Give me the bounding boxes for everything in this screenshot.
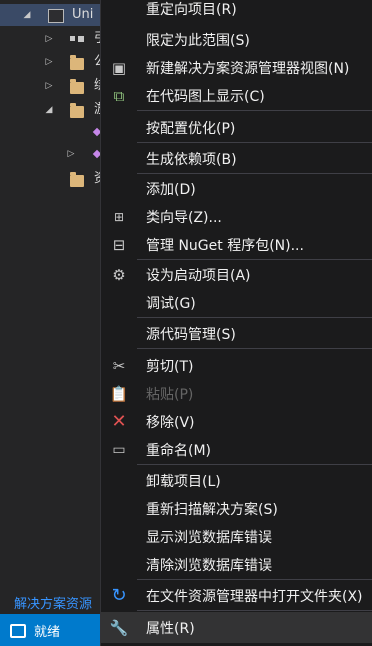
tree-row[interactable]: ▷ 绑: [0, 75, 107, 97]
menu-item-paste: 📋 粘贴(P): [101, 378, 372, 409]
menu-item-label: 设为启动项目(A): [146, 268, 251, 284]
menu-item-startup[interactable]: ⚙ 设为启动项目(A): [101, 259, 372, 290]
menu-item-add[interactable]: 添加(D): [101, 173, 372, 204]
references-icon: [70, 36, 75, 41]
menu-item-open-folder[interactable]: ↻ 在文件资源管理器中打开文件夹(X): [101, 580, 372, 611]
project-icon: [48, 9, 64, 23]
menu-separator: [137, 610, 372, 611]
menu-item-optimize[interactable]: 按配置优化(P): [101, 112, 372, 143]
menu-item-rescan[interactable]: 重新扫描解决方案(S): [101, 493, 372, 524]
class-wizard-icon: ⊞: [113, 210, 125, 224]
menu-item-label: 按配置优化(P): [146, 121, 236, 137]
references-icon-part: [78, 36, 84, 42]
menu-item-new-view[interactable]: ▣ 新建解决方案资源管理器视图(N): [101, 52, 372, 83]
rename-icon: ▭: [112, 442, 126, 458]
status-icon: [10, 624, 26, 638]
menu-separator: [137, 348, 372, 349]
context-menu: 重定向项目(R) 限定为此范围(S) ▣ 新建解决方案资源管理器视图(N) ⧉ …: [100, 0, 372, 646]
menu-item-label: 在代码图上显示(C): [146, 89, 265, 105]
menu-item-label: 在文件资源管理器中打开文件夹(X): [146, 589, 363, 605]
menu-item-rename[interactable]: ▭ 重命名(M): [101, 434, 372, 465]
menu-item-remove[interactable]: ✕ 移除(V): [101, 406, 372, 437]
folder-icon: [70, 172, 84, 187]
code-map-icon: ⧉: [113, 87, 125, 105]
menu-item-source-control[interactable]: 源代码管理(S): [101, 318, 372, 349]
expand-arrow-icon[interactable]: ▷: [66, 149, 76, 159]
menu-item-label: 生成依赖项(B): [146, 152, 237, 168]
new-view-icon: ▣: [111, 59, 127, 77]
project-label: Uni: [72, 7, 94, 22]
expand-arrow-icon[interactable]: ▷: [44, 81, 54, 91]
remove-x-icon: ✕: [111, 411, 127, 432]
menu-item-debug[interactable]: 调试(G): [101, 287, 372, 318]
tree-row[interactable]: 资: [0, 168, 107, 190]
folder-icon: [70, 55, 84, 70]
nuget-package-icon: ⊟: [112, 236, 126, 254]
menu-item-label: 重定向项目(R): [146, 2, 237, 18]
tree-row[interactable]: ▷ 公: [0, 51, 107, 73]
menu-item-code-map[interactable]: ⧉ 在代码图上显示(C): [101, 80, 372, 111]
folder-icon: [70, 79, 84, 94]
menu-item-label: 重命名(M): [146, 443, 212, 459]
solution-explorer-tab-link[interactable]: 解决方案资源: [14, 593, 92, 612]
menu-item-nuget[interactable]: ⊟ 管理 NuGet 程序包(N)...: [101, 229, 372, 260]
menu-item-retarget[interactable]: 重定向项目(R): [101, 0, 372, 24]
menu-item-cut[interactable]: ✂ 剪切(T): [101, 350, 372, 381]
refresh-arrow-icon: ↻: [111, 585, 127, 606]
menu-item-label: 剪切(T): [146, 359, 194, 375]
menu-item-label: 显示浏览数据库错误: [146, 530, 272, 546]
collapse-arrow-icon[interactable]: ◢: [44, 105, 54, 115]
status-text: 就绪: [34, 625, 61, 640]
menu-item-show-db-errors[interactable]: 显示浏览数据库错误: [101, 521, 372, 552]
expand-arrow-icon[interactable]: ▷: [44, 34, 54, 44]
gear-icon: ⚙: [112, 266, 126, 284]
tree-row[interactable]: [0, 121, 102, 143]
menu-item-label: 类向导(Z)...: [146, 210, 222, 226]
menu-item-label: 新建解决方案资源管理器视图(N): [146, 61, 350, 77]
menu-item-label: 源代码管理(S): [146, 327, 236, 343]
tree-row[interactable]: ▷: [0, 143, 102, 165]
tree-row-project[interactable]: ◢ Uni: [0, 4, 100, 26]
wrench-icon: 🔧: [109, 619, 129, 637]
menu-item-label: 限定为此范围(S): [146, 33, 250, 49]
collapse-arrow-icon[interactable]: ◢: [22, 10, 32, 20]
scissors-icon: ✂: [112, 357, 126, 375]
menu-item-label: 粘贴(P): [146, 387, 194, 403]
menu-item-build-deps[interactable]: 生成依赖项(B): [101, 143, 372, 174]
folder-icon: [70, 103, 84, 118]
menu-item-label: 移除(V): [146, 415, 195, 431]
menu-item-scope[interactable]: 限定为此范围(S): [101, 24, 372, 55]
tree-row[interactable]: ◢ 游: [0, 99, 107, 121]
menu-item-clear-db-errors[interactable]: 清除浏览数据库错误: [101, 549, 372, 580]
clipboard-icon: 📋: [109, 385, 129, 403]
menu-item-label: 属性(R): [146, 621, 195, 637]
menu-item-label: 卸载项目(L): [146, 474, 221, 490]
menu-item-label: 管理 NuGet 程序包(N)...: [146, 238, 304, 254]
tree-row[interactable]: ▷ 引: [0, 28, 107, 50]
menu-item-unload[interactable]: 卸载项目(L): [101, 465, 372, 496]
menu-item-properties[interactable]: 🔧 属性(R): [101, 612, 372, 643]
expand-arrow-icon[interactable]: ▷: [44, 57, 54, 67]
menu-item-label: 调试(G): [146, 296, 196, 312]
menu-separator: [137, 110, 372, 111]
menu-item-label: 添加(D): [146, 182, 196, 198]
menu-item-label: 重新扫描解决方案(S): [146, 502, 278, 518]
menu-item-label: 清除浏览数据库错误: [146, 558, 272, 574]
menu-item-class-wizard[interactable]: ⊞ 类向导(Z)...: [101, 201, 372, 232]
